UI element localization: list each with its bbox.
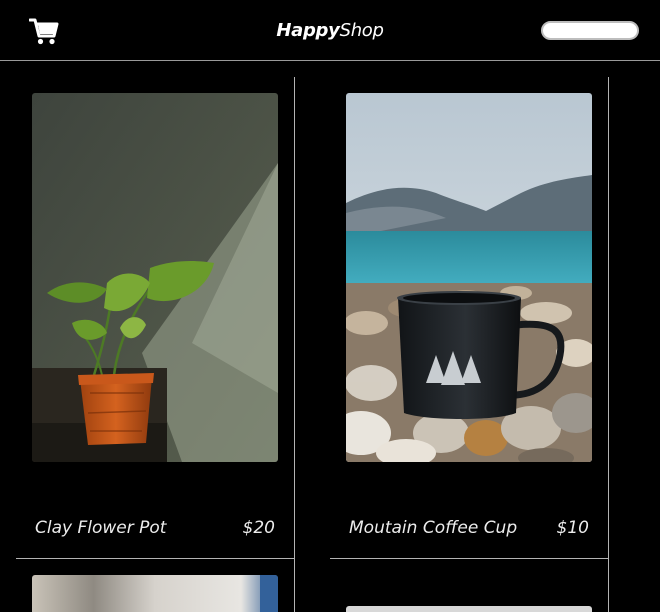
product-image[interactable] [346,93,592,462]
search-input[interactable] [541,21,639,40]
row-divider [16,558,294,559]
product-image[interactable] [32,575,278,612]
top-navbar: HappyShop [0,0,660,61]
column-divider [608,77,609,612]
column-divider [294,77,295,612]
product-image[interactable] [346,606,592,612]
product-price: $20 [242,518,275,538]
product-name[interactable]: Moutain Coffee Cup [349,518,517,538]
product-name[interactable]: Clay Flower Pot [35,518,166,538]
product-image[interactable] [32,93,278,462]
brand-name-light: Shop [339,20,384,41]
brand-name-bold: Happy [276,20,340,41]
product-price: $10 [556,518,589,538]
row-divider [330,558,608,559]
